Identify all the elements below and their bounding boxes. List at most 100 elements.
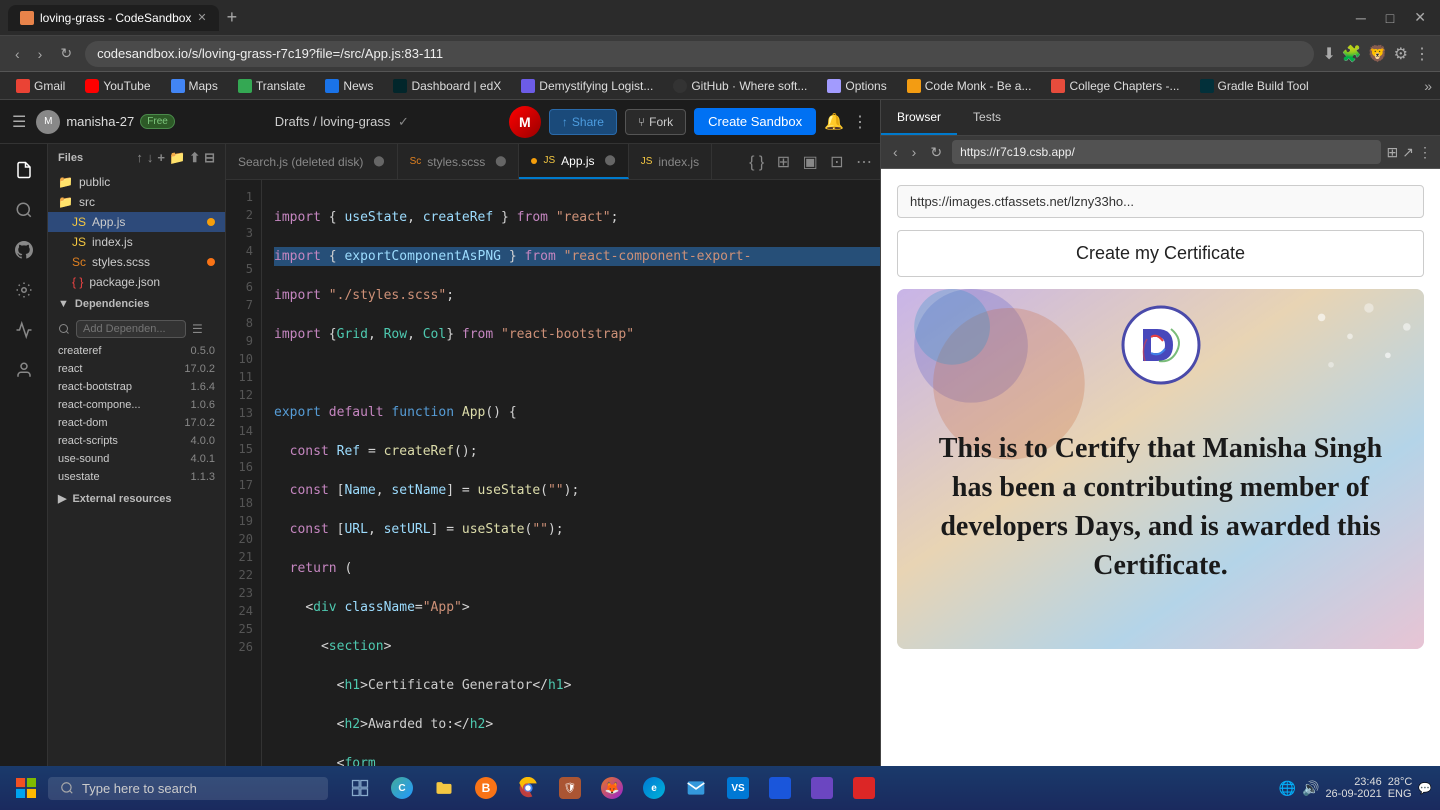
share-button[interactable]: ↑ Share	[549, 109, 617, 135]
sidebar-settings-icon[interactable]	[6, 272, 42, 308]
tab-scss-close[interactable]: ⬤	[495, 156, 506, 167]
taskbar-app10[interactable]	[760, 768, 800, 808]
dependencies-header[interactable]: ▼ Dependencies	[48, 292, 225, 316]
tab-styles-scss[interactable]: Sc styles.scss ⬤	[398, 144, 520, 179]
layout-icon[interactable]: ▣	[803, 154, 818, 171]
download-icon[interactable]: ⬇	[1322, 44, 1335, 64]
bookmark-gmail[interactable]: Gmail	[8, 77, 73, 95]
sort-asc-icon[interactable]: ↑	[136, 150, 143, 166]
sidebar-search-icon[interactable]	[6, 192, 42, 228]
bookmark-logistics[interactable]: Demystifying Logist...	[513, 77, 661, 95]
browser-tab[interactable]: Browser	[881, 100, 957, 135]
extensions-menu-icon[interactable]: ⚙	[1394, 44, 1408, 64]
close-button[interactable]: ✕	[1408, 7, 1432, 28]
taskbar-app11[interactable]	[802, 768, 842, 808]
reload-button[interactable]: ↻	[55, 43, 77, 64]
tab-search-close[interactable]: ⬤	[373, 156, 384, 167]
sidebar-user-icon[interactable]	[6, 352, 42, 388]
tab-index-js[interactable]: JS index.js	[629, 144, 712, 179]
bp-forward-button[interactable]: ›	[908, 142, 921, 162]
tab-appjs-close[interactable]: ⬤	[605, 155, 616, 166]
bookmark-news[interactable]: News	[317, 77, 381, 95]
bookmark-maps[interactable]: Maps	[163, 77, 226, 95]
new-tab-button[interactable]: +	[219, 7, 246, 28]
taskbar-app12[interactable]	[844, 768, 884, 808]
split-editor-icon[interactable]: ⊞	[777, 154, 790, 171]
file-stylesscss[interactable]: Sc styles.scss	[48, 252, 225, 272]
minimize-button[interactable]: ─	[1350, 8, 1372, 28]
forward-button[interactable]: ›	[33, 44, 48, 64]
taskbar-cortana[interactable]: C	[382, 768, 422, 808]
bookmarks-more-button[interactable]: »	[1424, 78, 1432, 94]
dep-search-input[interactable]	[76, 320, 186, 338]
back-button[interactable]: ‹	[10, 44, 25, 64]
bp-url-input[interactable]	[952, 140, 1380, 164]
collapse-icon[interactable]: ⊟	[204, 150, 215, 166]
brave-icon[interactable]: 🦁	[1368, 44, 1388, 64]
external-resources-header[interactable]: ▶ External resources	[48, 486, 225, 511]
bell-icon[interactable]: 🔔	[824, 112, 844, 132]
taskbar-search[interactable]: Type here to search	[48, 777, 328, 800]
preview-icon[interactable]: ⊡	[830, 154, 843, 171]
tests-tab[interactable]: Tests	[957, 100, 1017, 135]
file-packagejson[interactable]: { } package.json	[48, 272, 225, 292]
bp-reload-button[interactable]: ↻	[926, 142, 946, 163]
file-appjs-label: App.js	[92, 215, 125, 229]
folder-public[interactable]: 📁 public	[48, 172, 225, 192]
folder-src[interactable]: 📁 src	[48, 192, 225, 212]
volume-icon[interactable]: 🔊	[1302, 780, 1319, 797]
new-file-icon[interactable]: +	[157, 150, 165, 166]
user-avatar[interactable]: M	[509, 106, 541, 138]
upload-icon[interactable]: ⬆	[189, 150, 200, 166]
taskbar-brave-browser[interactable]: B	[466, 768, 506, 808]
start-button[interactable]	[8, 770, 44, 806]
create-sandbox-button[interactable]: Create Sandbox	[694, 108, 816, 135]
extensions-icon[interactable]: 🧩	[1342, 44, 1362, 64]
network-icon[interactable]: 🌐	[1279, 780, 1296, 797]
bookmark-gradle[interactable]: Gradle Build Tool	[1192, 77, 1317, 95]
file-appjs[interactable]: JS App.js	[48, 212, 225, 232]
fork-button[interactable]: ⑂ Fork	[625, 109, 686, 135]
hamburger-icon[interactable]: ☰	[12, 112, 26, 132]
bookmark-edx[interactable]: Dashboard | edX	[385, 77, 509, 95]
sort-desc-icon[interactable]: ↓	[147, 150, 154, 166]
bp-devtools-button[interactable]: ⊞	[1387, 144, 1399, 161]
bookmark-youtube[interactable]: YouTube	[77, 77, 158, 95]
bp-more-button[interactable]: ⋮	[1418, 144, 1432, 161]
taskbar-file-explorer[interactable]	[424, 768, 464, 808]
editor-tabs-more[interactable]: { } ⊞ ▣ ⊡ ⋯	[741, 152, 880, 172]
sidebar-files-icon[interactable]	[6, 152, 42, 188]
sidebar-github-icon[interactable]	[6, 232, 42, 268]
bookmark-options[interactable]: Options	[819, 77, 894, 95]
sidebar-activity-icon[interactable]	[6, 312, 42, 348]
bp-open-new-button[interactable]: ↗	[1402, 144, 1414, 161]
taskbar-chrome[interactable]	[508, 768, 548, 808]
more-options-icon[interactable]: ⋮	[852, 112, 868, 132]
file-indexjs[interactable]: JS index.js	[48, 232, 225, 252]
active-tab[interactable]: loving-grass - CodeSandbox ✕	[8, 5, 219, 31]
url-input[interactable]	[85, 41, 1314, 67]
editor-more-icon[interactable]: ⋯	[856, 154, 872, 171]
maximize-button[interactable]: □	[1380, 8, 1400, 28]
code-content[interactable]: import { useState, createRef } from "rea…	[262, 180, 880, 788]
bookmark-translate[interactable]: Translate	[230, 77, 314, 95]
tab-close-btn[interactable]: ✕	[197, 11, 206, 24]
menu-icon[interactable]: ⋮	[1414, 44, 1430, 64]
taskbar-vscode[interactable]: VS	[718, 768, 758, 808]
taskbar: Type here to search C B	[0, 766, 1440, 810]
dep-list-icon[interactable]: ☰	[192, 322, 203, 336]
bookmark-codemonk[interactable]: Code Monk - Be a...	[899, 77, 1040, 95]
new-folder-icon[interactable]: 📁	[169, 150, 185, 166]
taskbar-edge[interactable]: e	[634, 768, 674, 808]
taskbar-task-view[interactable]	[340, 768, 380, 808]
bookmark-github[interactable]: GitHub · Where soft...	[665, 77, 815, 95]
taskbar-firefox[interactable]: 🦊	[592, 768, 632, 808]
tab-app-js[interactable]: JS App.js ⬤	[519, 144, 628, 179]
taskbar-brave2[interactable]: 🛡	[550, 768, 590, 808]
tab-search-js-deleted[interactable]: Search.js (deleted disk) ⬤	[226, 144, 398, 179]
notification-icon[interactable]: 💬	[1418, 782, 1432, 795]
create-certificate-button[interactable]: Create my Certificate	[897, 230, 1424, 277]
taskbar-email[interactable]	[676, 768, 716, 808]
bp-back-button[interactable]: ‹	[889, 142, 902, 162]
bookmark-chapters[interactable]: College Chapters -...	[1043, 77, 1187, 95]
